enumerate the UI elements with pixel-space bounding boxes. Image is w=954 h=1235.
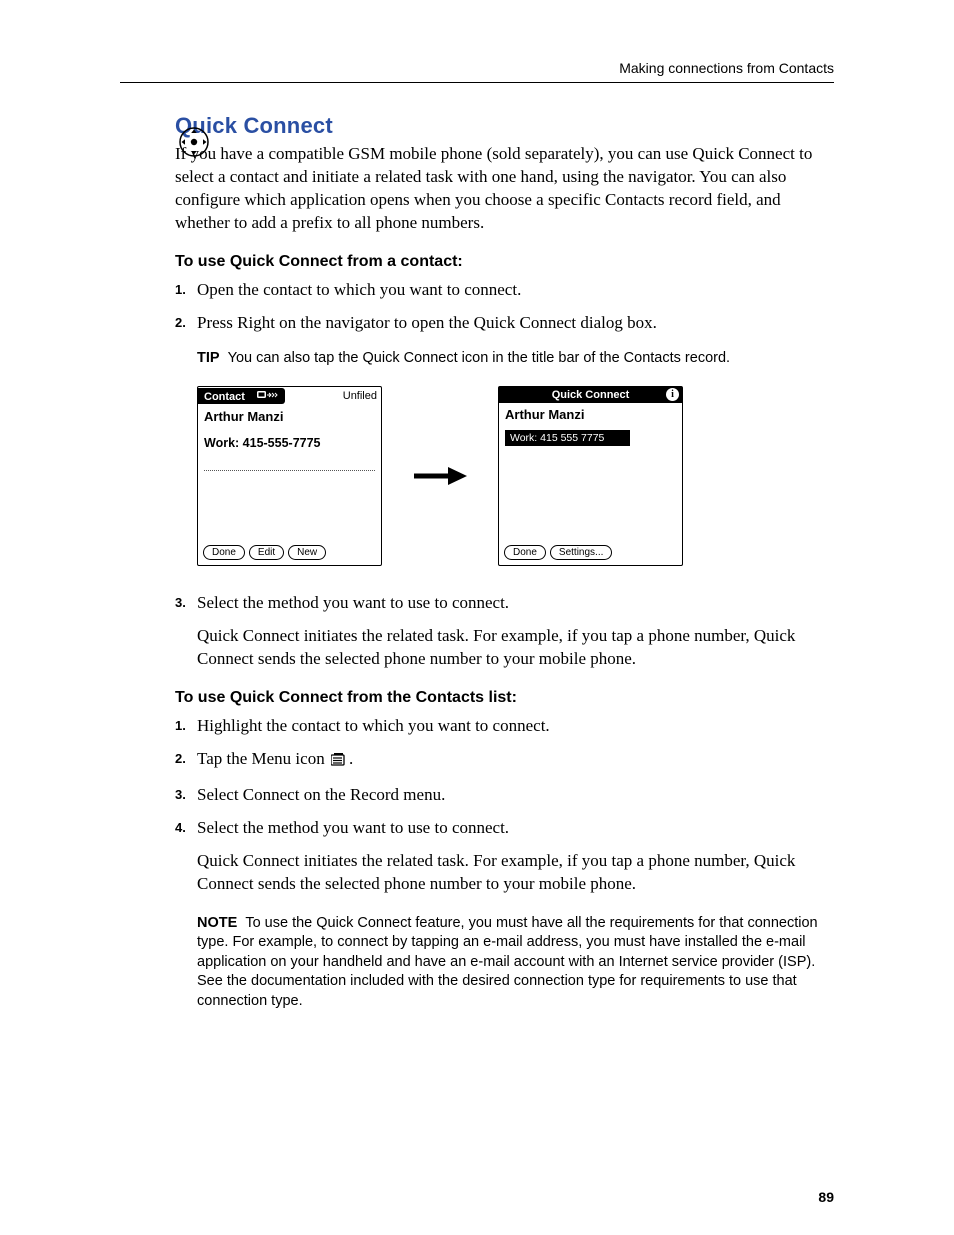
quick-connect-icon: [257, 390, 279, 403]
category-label: Unfiled: [343, 390, 381, 402]
list-step-1: Highlight the contact to which you want …: [175, 715, 834, 738]
list-step-4: Select the method you want to use to con…: [175, 817, 834, 896]
contact-title: Contact: [204, 391, 245, 403]
note-label: NOTE: [197, 915, 237, 931]
qc-settings-button[interactable]: Settings...: [550, 545, 612, 560]
step-3: Select the method you want to use to con…: [175, 592, 834, 671]
done-button[interactable]: Done: [203, 545, 245, 560]
edit-button[interactable]: Edit: [249, 545, 284, 560]
arrow-right-icon: [412, 466, 468, 486]
list-step-4-result: Quick Connect initiates the related task…: [197, 850, 834, 896]
procedure-heading-from-list: To use Quick Connect from the Contacts l…: [175, 689, 834, 707]
qc-contact-name: Arthur Manzi: [499, 403, 682, 424]
qc-done-button[interactable]: Done: [504, 545, 546, 560]
menu-icon: [331, 751, 347, 774]
tip-text: You can also tap the Quick Connect icon …: [228, 350, 730, 366]
tip-callout: TIP You can also tap the Quick Connect i…: [197, 349, 834, 369]
qc-selected-item[interactable]: Work: 415 555 7775: [505, 430, 630, 446]
info-icon[interactable]: i: [666, 388, 679, 401]
step-1: Open the contact to which you want to co…: [175, 279, 834, 302]
screenshot-quick-connect-dialog: Quick Connect i Arthur Manzi Work: 415 5…: [498, 386, 683, 566]
procedure-heading-from-contact: To use Quick Connect from a contact:: [175, 253, 834, 271]
tip-label: TIP: [197, 350, 220, 366]
new-button[interactable]: New: [288, 545, 326, 560]
screenshot-contact-view: Contact Unfiled Arthur Manzi Work: 415-5…: [197, 386, 382, 566]
screenshot-row: Contact Unfiled Arthur Manzi Work: 415-5…: [197, 386, 834, 566]
note-callout: NOTE To use the Quick Connect feature, y…: [197, 914, 834, 1012]
contact-name: Arthur Manzi: [198, 405, 381, 426]
contact-field-work: Work: 415-555-7775: [198, 426, 381, 452]
running-header: Making connections from Contacts: [120, 60, 834, 76]
qc-title: Quick Connect: [552, 389, 630, 401]
note-text: To use the Quick Connect feature, you mu…: [197, 915, 818, 1009]
list-step-3: Select Connect on the Record menu.: [175, 784, 834, 807]
section-intro: If you have a compatible GSM mobile phon…: [175, 143, 834, 235]
navigator-dpad-icon: [178, 126, 210, 158]
header-rule: [120, 82, 834, 83]
page-number: 89: [818, 1189, 834, 1205]
list-step-2: Tap the Menu icon .: [175, 748, 834, 774]
step-3-result: Quick Connect initiates the related task…: [197, 625, 834, 671]
step-2: Press Right on the navigator to open the…: [175, 312, 834, 335]
section-heading-quick-connect: Quick Connect: [175, 113, 834, 139]
